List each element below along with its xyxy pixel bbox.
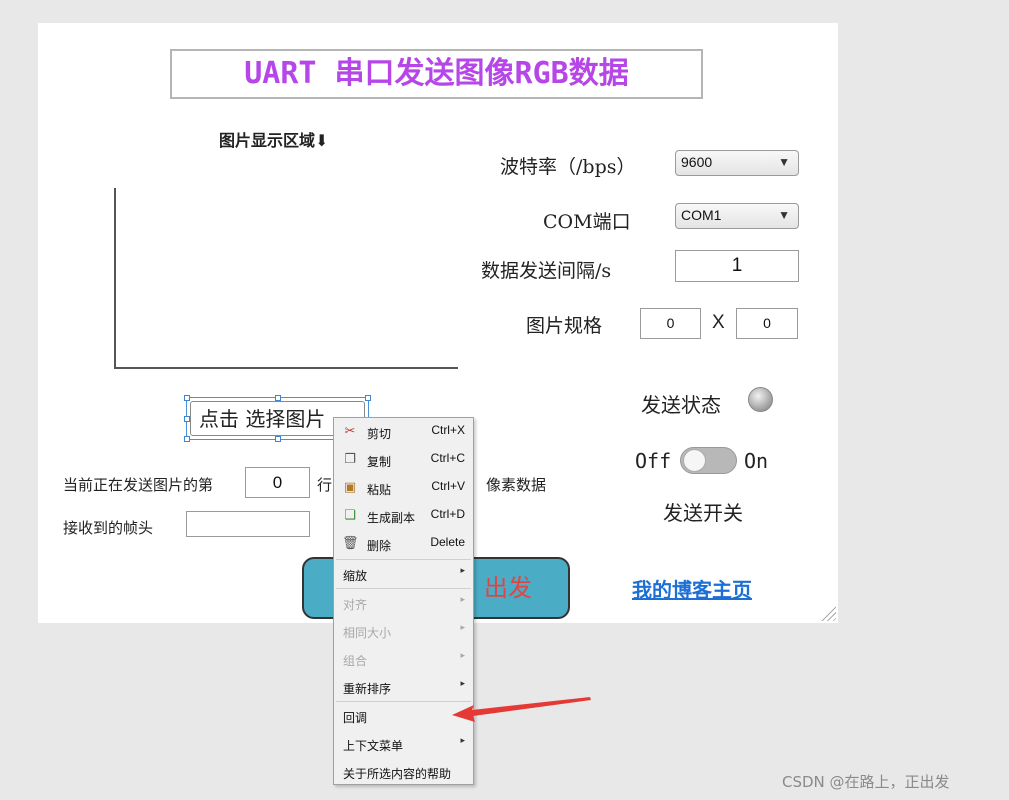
menu-item-label: 缩放 <box>343 569 368 583</box>
scissors-icon: ✂ <box>344 424 356 439</box>
image-area-label: 图片显示区域⬇ <box>219 127 328 151</box>
menu-item-label: 复制 <box>367 455 392 469</box>
menu-item-align: 对齐 ▸ <box>334 589 473 617</box>
current-row-prefix: 当前正在发送图片的第 <box>63 476 214 494</box>
paste-icon: ▣ <box>343 480 357 495</box>
chevron-right-icon: ▸ <box>460 736 465 746</box>
selection-handle[interactable] <box>275 395 281 401</box>
menu-item-label: 组合 <box>343 654 368 668</box>
menu-item-zoom[interactable]: 缩放 ▸ <box>334 560 473 588</box>
chevron-right-icon: ▸ <box>460 623 465 633</box>
dropdown-arrow-icon: ▼ <box>778 155 790 169</box>
copy-icon: ❐ <box>344 452 356 467</box>
send-status-label: 发送状态 <box>641 393 721 417</box>
menu-item-shortcut: Delete <box>430 535 465 549</box>
selection-handle[interactable] <box>184 416 190 422</box>
image-display-axes <box>114 188 458 369</box>
menu-item-delete[interactable]: 🗑 删除 Delete <box>334 530 473 558</box>
current-row-value: 0 <box>245 467 310 498</box>
selection-handle[interactable] <box>184 395 190 401</box>
red-arrow-icon <box>452 697 591 722</box>
menu-item-duplicate[interactable]: ❏ 生成副本 Ctrl+D <box>334 502 473 530</box>
toggle-on-label: On <box>744 449 769 473</box>
start-send-button-label: 出发 <box>484 574 532 602</box>
duplicate-icon: ❏ <box>344 508 356 523</box>
current-row-suffix: 像素数据 <box>486 476 547 494</box>
chevron-right-icon: ▸ <box>460 651 465 661</box>
context-menu: ✂ 剪切 Ctrl+X ❐ 复制 Ctrl+C ▣ 粘贴 Ctrl+V ❏ 生成… <box>333 417 474 785</box>
selection-handle[interactable] <box>275 436 281 442</box>
baud-rate-label: 波特率（/bps） <box>500 156 636 178</box>
menu-item-shortcut: Ctrl+V <box>431 479 465 493</box>
menu-item-group: 组合 ▸ <box>334 645 473 673</box>
toggle-off-label: Off <box>635 449 672 473</box>
send-switch-knob[interactable] <box>683 449 706 472</box>
image-size-label: 图片规格 <box>526 315 603 337</box>
chevron-right-icon: ▸ <box>460 595 465 605</box>
menu-item-label: 对齐 <box>343 598 368 612</box>
com-port-value: COM1 <box>681 207 722 223</box>
image-area-label-text: 图片显示区域 <box>219 131 316 150</box>
menu-item-same-size: 相同大小 ▸ <box>334 617 473 645</box>
selection-handle[interactable] <box>184 436 190 442</box>
menu-item-label: 删除 <box>367 539 392 553</box>
size-separator: X <box>712 312 725 333</box>
send-status-lamp <box>748 387 773 412</box>
app-title: UART 串口发送图像RGB数据 <box>170 49 703 99</box>
menu-item-shortcut: Ctrl+D <box>430 507 465 521</box>
image-width-input[interactable]: 0 <box>640 308 701 339</box>
chevron-right-icon: ▸ <box>460 679 465 689</box>
menu-item-context-menu[interactable]: 上下文菜单 ▸ <box>334 730 473 758</box>
baud-rate-value: 9600 <box>681 154 713 170</box>
menu-item-label: 上下文菜单 <box>343 739 404 753</box>
menu-item-label: 重新排序 <box>343 682 392 696</box>
current-row-mid: 行 <box>317 476 333 494</box>
menu-item-label: 关于所选内容的帮助 <box>343 767 452 781</box>
menu-item-paste[interactable]: ▣ 粘贴 Ctrl+V <box>334 474 473 502</box>
menu-item-copy[interactable]: ❐ 复制 Ctrl+C <box>334 446 473 474</box>
menu-item-label: 生成副本 <box>367 511 416 525</box>
chevron-right-icon: ▸ <box>460 566 465 576</box>
send-switch[interactable] <box>680 447 737 474</box>
frame-header-field[interactable] <box>186 511 310 537</box>
watermark: CSDN @在路上，正出发 <box>782 773 950 791</box>
menu-item-shortcut: Ctrl+C <box>430 451 465 465</box>
frame-header-label: 接收到的帧头 <box>63 519 154 537</box>
baud-rate-dropdown[interactable]: 9600 ▼ <box>675 150 799 176</box>
menu-item-shortcut: Ctrl+X <box>431 423 465 437</box>
menu-item-label: 相同大小 <box>343 626 392 640</box>
menu-item-label: 粘贴 <box>367 483 392 497</box>
interval-label: 数据发送间隔/s <box>481 260 612 282</box>
menu-item-cut[interactable]: ✂ 剪切 Ctrl+X <box>334 418 473 446</box>
interval-input[interactable]: 1 <box>675 250 799 282</box>
blog-homepage-link[interactable]: 我的博客主页 <box>632 574 752 603</box>
image-height-input[interactable]: 0 <box>736 308 798 339</box>
trash-icon: 🗑 <box>342 536 359 551</box>
menu-item-label: 回调 <box>343 711 368 725</box>
send-switch-label: 发送开关 <box>663 501 743 525</box>
down-arrow-icon: ⬇ <box>315 131 329 150</box>
com-port-label: COM端口 <box>543 211 631 233</box>
com-port-dropdown[interactable]: COM1 ▼ <box>675 203 799 229</box>
dropdown-arrow-icon: ▼ <box>778 208 790 222</box>
menu-item-label: 剪切 <box>367 427 392 441</box>
selection-handle[interactable] <box>365 395 371 401</box>
menu-item-help[interactable]: 关于所选内容的帮助 <box>334 758 473 786</box>
